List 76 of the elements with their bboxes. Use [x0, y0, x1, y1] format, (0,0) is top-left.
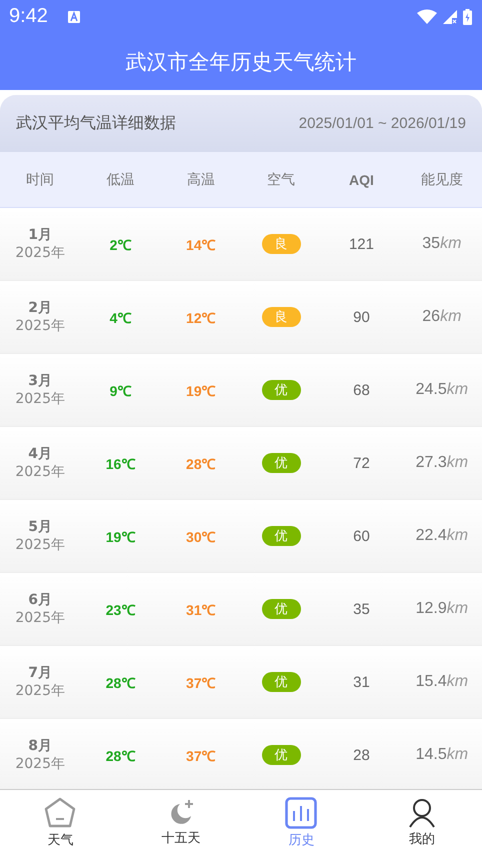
year-label: 2025年 [15, 682, 65, 700]
high-temp: 31℃ [186, 600, 216, 618]
low-temp: 16℃ [106, 454, 136, 472]
column-header: 时间 [26, 170, 54, 188]
nav-tab[interactable]: 十五天 [120, 790, 241, 856]
aqi-value: 31 [353, 674, 370, 690]
battery-icon [463, 8, 472, 24]
person-icon [408, 798, 435, 828]
visibility-value: 14.5km [416, 746, 468, 764]
high-temp: 30℃ [186, 528, 216, 546]
year-label: 2025年 [15, 244, 65, 262]
low-temp: 28℃ [106, 746, 136, 764]
high-temp: 37℃ [186, 746, 216, 764]
notification-icon [68, 10, 80, 22]
year-label: 2025年 [15, 609, 65, 627]
nav-tab[interactable]: 天气 [0, 790, 120, 856]
visibility-value: 35km [422, 235, 462, 253]
air-quality-badge: 优 [262, 453, 301, 473]
year-label: 2025年 [15, 390, 65, 408]
column-header: AQI [349, 172, 374, 188]
pentagon-icon [44, 797, 76, 829]
low-temp: 23℃ [106, 600, 136, 618]
date-range: 2025/01/01 ~ 2026/01/19 [298, 115, 466, 132]
aqi-value: 28 [353, 746, 370, 764]
page-title: 武汉市全年历史天气统计 [126, 48, 356, 76]
aqi-value: 121 [348, 236, 374, 252]
column-header: 高温 [186, 170, 215, 188]
visibility-value: 15.4km [416, 673, 468, 691]
low-temp: 2℃ [110, 236, 132, 254]
month-label: 6月 [28, 591, 52, 609]
air-quality-badge: 优 [262, 380, 301, 400]
signal-icon [443, 10, 457, 24]
low-temp: 19℃ [106, 528, 136, 546]
high-temp: 12℃ [186, 308, 216, 326]
year-label: 2025年 [15, 755, 65, 773]
month-label: 7月 [28, 664, 52, 682]
visibility-value: 26km [422, 308, 462, 326]
air-quality-badge: 优 [262, 526, 301, 546]
month-label: 3月 [28, 372, 52, 390]
nav-tab[interactable]: 我的 [362, 790, 482, 856]
visibility-value: 27.3km [416, 454, 468, 472]
air-quality-badge: 良 [262, 307, 301, 327]
column-header: 空气 [267, 170, 296, 188]
high-temp: 37℃ [186, 674, 216, 692]
visibility-value: 12.9km [416, 600, 468, 618]
year-label: 2025年 [15, 536, 65, 554]
month-label: 8月 [28, 737, 52, 755]
status-time: 9:42 [9, 5, 48, 28]
card-title: 武汉平均气温详细数据 [16, 113, 176, 134]
month-label: 2月 [28, 299, 52, 317]
column-header: 低温 [106, 170, 134, 188]
month-label: 4月 [28, 445, 52, 463]
high-temp: 14℃ [186, 236, 216, 254]
aqi-value: 68 [353, 382, 370, 398]
low-temp: 4℃ [110, 308, 132, 326]
aqi-value: 60 [353, 528, 370, 544]
bar-chart-icon [285, 797, 318, 829]
visibility-value: 24.5km [416, 381, 468, 399]
visibility-value: 22.4km [416, 527, 468, 545]
air-quality-badge: 优 [262, 745, 301, 765]
air-quality-badge: 良 [262, 234, 301, 254]
aqi-value: 72 [353, 454, 370, 472]
low-temp: 9℃ [110, 382, 132, 400]
aqi-value: 90 [353, 308, 370, 326]
high-temp: 28℃ [186, 454, 216, 472]
low-temp: 28℃ [106, 674, 136, 692]
column-header: 能见度 [420, 170, 463, 188]
air-quality-badge: 优 [262, 672, 301, 692]
month-label: 5月 [28, 518, 52, 536]
month-label: 1月 [28, 226, 52, 244]
air-quality-badge: 优 [262, 599, 301, 619]
aqi-value: 35 [353, 600, 370, 618]
wifi-icon [417, 9, 437, 24]
high-temp: 19℃ [186, 382, 216, 400]
year-label: 2025年 [15, 317, 65, 335]
year-label: 2025年 [15, 463, 65, 481]
